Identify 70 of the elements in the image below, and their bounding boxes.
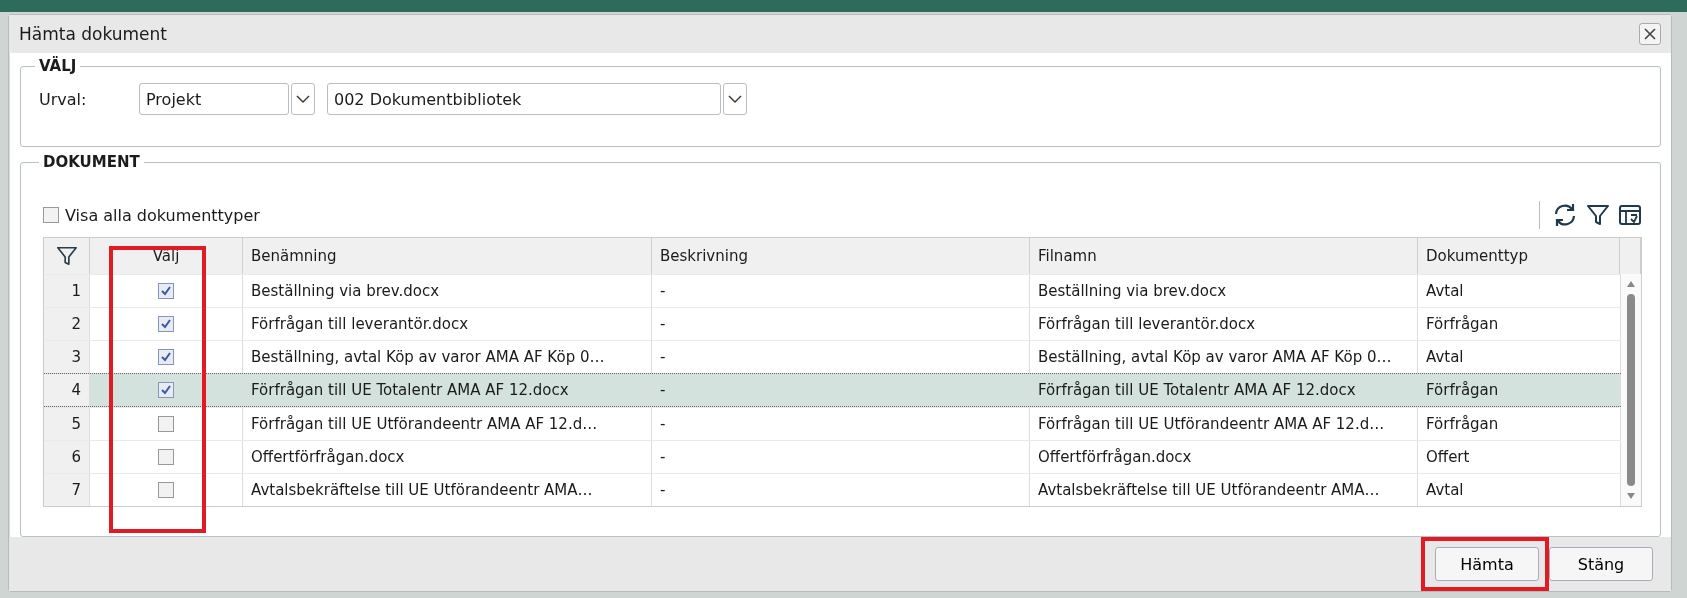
table-cell: Förfrågan till UE Utförandeentr AMA AF 12.d… (251, 415, 598, 433)
window-title: Hämta dokument (19, 24, 167, 44)
table-cell: - (660, 415, 666, 433)
row-number: 6 (71, 448, 81, 466)
table-cell: Offert (1426, 448, 1470, 466)
row-checkbox[interactable] (158, 349, 174, 365)
group-legend: VÄLJ (35, 57, 81, 75)
table-cell: Avtal (1426, 348, 1464, 366)
column-header[interactable]: Dokumenttyp (1426, 247, 1528, 265)
row-number: 7 (71, 481, 81, 499)
table-row[interactable]: 2 Förfrågan till leverantör.docx - Förfrågan till leverantör.docx Förfrågan (44, 307, 1621, 340)
table-cell: Avtalsbekräftelse till UE Utförandeentr AMA… (1038, 481, 1380, 499)
dialog-button[interactable]: Stäng (1549, 547, 1653, 581)
table-cell: Beställning via brev.docx (1038, 282, 1227, 300)
table-cell: Förfrågan till UE Totalentr AMA AF 12.docx (251, 381, 569, 399)
table-cell: Förfrågan (1426, 415, 1499, 433)
table-cell: - (660, 481, 666, 499)
table-cell: - (660, 348, 666, 366)
table-row[interactable]: 6 Offertförfrågan.docx - Offertförfrågan.docx Offert (44, 440, 1621, 473)
table-cell: Avtal (1426, 481, 1464, 499)
table-cell: Förfrågan till leverantör.docx (251, 315, 469, 333)
scrollbar[interactable] (1621, 274, 1641, 506)
table-cell: Förfrågan till UE Totalentr AMA AF 12.docx (1038, 381, 1356, 399)
table-cell: - (660, 381, 666, 399)
table-cell: - (660, 448, 666, 466)
table-row[interactable]: 7 Avtalsbekräftelse till UE Utförandeentr AMA… - Avtalsbekräftelse till UE Utförandeentr AMA… Avtal (44, 473, 1621, 506)
close-icon (1643, 27, 1657, 41)
chevron-down-icon (728, 94, 742, 104)
row-checkbox[interactable] (158, 449, 174, 465)
row-checkbox[interactable] (158, 283, 174, 299)
table-row[interactable]: 5 Förfrågan till UE Utförandeentr AMA AF 12.d… - Förfrågan till UE Utförandeentr AMA AF 12.d… Förfrågan (44, 407, 1621, 440)
table-cell: Avtal (1426, 282, 1464, 300)
dialog-button[interactable]: Hämta (1435, 547, 1539, 581)
table-cell: Offertförfrågan.docx (1038, 448, 1192, 466)
row-number: 5 (71, 415, 81, 433)
close-button[interactable] (1639, 23, 1661, 45)
row-checkbox[interactable] (158, 382, 174, 398)
column-header[interactable]: Beskrivning (660, 247, 748, 265)
table-cell: Beställning, avtal Köp av varor AMA AF Köp 0… (1038, 348, 1392, 366)
table-cell: Förfrågan (1426, 315, 1499, 333)
filter-icon[interactable] (55, 245, 78, 267)
table-cell: Förfrågan till UE Utförandeentr AMA AF 12.d… (1038, 415, 1385, 433)
table-cell: Förfrågan till leverantör.docx (1038, 315, 1256, 333)
row-checkbox[interactable] (158, 316, 174, 332)
table-cell: Beställning via brev.docx (251, 282, 440, 300)
table-cell: - (660, 282, 666, 300)
group-legend: DOKUMENT (39, 153, 144, 171)
table-cell: Offertförfrågan.docx (251, 448, 405, 466)
field-label: Urval: (39, 89, 88, 109)
scroll-up-icon[interactable] (1626, 280, 1636, 288)
table-cell: - (660, 315, 666, 333)
column-header[interactable]: Filnamn (1038, 247, 1097, 265)
table-row[interactable]: 1 Beställning via brev.docx - Beställning via brev.docx Avtal (44, 274, 1621, 307)
filter-icon[interactable] (1586, 203, 1610, 227)
table-row[interactable]: 4 Förfrågan till UE Totalentr AMA AF 12.docx - Förfrågan till UE Totalentr AMA AF 12.docx Förfrågan (44, 373, 1621, 407)
table-cell: Beställning, avtal Köp av varor AMA AF Köp 0… (251, 348, 605, 366)
show-all-checkbox[interactable]: Visa alla dokumenttyper (43, 205, 260, 225)
row-number: 1 (71, 282, 81, 300)
chevron-down-icon (296, 94, 310, 104)
row-number: 4 (71, 381, 81, 399)
column-header[interactable]: Benämning (251, 247, 337, 265)
row-checkbox[interactable] (158, 416, 174, 432)
row-number: 3 (71, 348, 81, 366)
table-cell: Avtalsbekräftelse till UE Utförandeentr AMA… (251, 481, 593, 499)
column-settings-icon[interactable] (1618, 203, 1642, 227)
refresh-icon[interactable] (1552, 202, 1578, 228)
scroll-down-icon[interactable] (1626, 492, 1636, 500)
table-cell: Förfrågan (1426, 381, 1499, 399)
row-number: 2 (71, 315, 81, 333)
row-checkbox[interactable] (158, 482, 174, 498)
